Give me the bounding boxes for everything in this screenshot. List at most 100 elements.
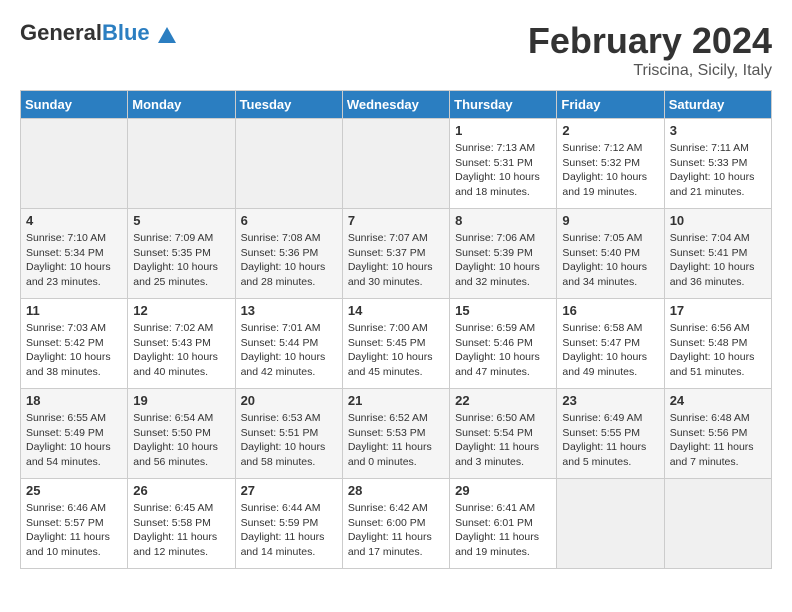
calendar-cell: 4Sunrise: 7:10 AM Sunset: 5:34 PM Daylig… <box>21 209 128 299</box>
day-number: 7 <box>348 213 444 228</box>
day-number: 9 <box>562 213 658 228</box>
day-number: 8 <box>455 213 551 228</box>
calendar-cell: 2Sunrise: 7:12 AM Sunset: 5:32 PM Daylig… <box>557 119 664 209</box>
logo: GeneralBlue <box>20 20 178 47</box>
calendar-cell: 3 Sunrise: 7:11 AM Sunset: 5:33 PM Daylig… <box>664 119 771 209</box>
day-info: Sunrise: 6:50 AM Sunset: 5:54 PM Dayligh… <box>455 411 551 470</box>
day-header-wednesday: Wednesday <box>342 91 449 119</box>
calendar-cell: 8 Sunrise: 7:06 AM Sunset: 5:39 PM Daylig… <box>450 209 557 299</box>
calendar-cell: 6 Sunrise: 7:08 AM Sunset: 5:36 PM Daylig… <box>235 209 342 299</box>
calendar-cell: 12 Sunrise: 7:02 AM Sunset: 5:43 PM Dayli… <box>128 299 235 389</box>
calendar-cell: 28Sunrise: 6:42 AM Sunset: 6:00 PM Dayli… <box>342 479 449 569</box>
day-number: 17 <box>670 303 766 318</box>
logo-text: GeneralBlue <box>20 20 178 47</box>
logo-blue: Blue <box>102 20 150 45</box>
day-number: 29 <box>455 483 551 498</box>
day-number: 21 <box>348 393 444 408</box>
calendar-cell: 5 Sunrise: 7:09 AM Sunset: 5:35 PM Daylig… <box>128 209 235 299</box>
calendar-cell <box>235 119 342 209</box>
calendar-cell: 24Sunrise: 6:48 AM Sunset: 5:56 PM Dayli… <box>664 389 771 479</box>
day-info: Sunrise: 7:06 AM Sunset: 5:39 PM Dayligh… <box>455 231 551 290</box>
calendar-cell <box>21 119 128 209</box>
day-info: Sunrise: 6:59 AM Sunset: 5:46 PM Dayligh… <box>455 321 551 380</box>
day-number: 5 <box>133 213 229 228</box>
day-info: Sunrise: 7:07 AM Sunset: 5:37 PM Dayligh… <box>348 231 444 290</box>
day-info: Sunrise: 6:56 AM Sunset: 5:48 PM Dayligh… <box>670 321 766 380</box>
day-number: 27 <box>241 483 337 498</box>
day-info: Sunrise: 7:12 AM Sunset: 5:32 PM Dayligh… <box>562 141 658 200</box>
day-header-thursday: Thursday <box>450 91 557 119</box>
day-info: Sunrise: 7:02 AM Sunset: 5:43 PM Dayligh… <box>133 321 229 380</box>
day-number: 3 <box>670 123 766 138</box>
calendar-cell <box>342 119 449 209</box>
day-info: Sunrise: 6:54 AM Sunset: 5:50 PM Dayligh… <box>133 411 229 470</box>
calendar-cell: 1Sunrise: 7:13 AM Sunset: 5:31 PM Daylig… <box>450 119 557 209</box>
day-info: Sunrise: 6:52 AM Sunset: 5:53 PM Dayligh… <box>348 411 444 470</box>
day-number: 23 <box>562 393 658 408</box>
calendar-table: SundayMondayTuesdayWednesdayThursdayFrid… <box>20 90 772 569</box>
week-row-5: 25 Sunrise: 6:46 AM Sunset: 5:57 PM Dayli… <box>21 479 772 569</box>
calendar-cell: 27 Sunrise: 6:44 AM Sunset: 5:59 PM Dayli… <box>235 479 342 569</box>
day-info: Sunrise: 6:53 AM Sunset: 5:51 PM Dayligh… <box>241 411 337 470</box>
day-info: Sunrise: 6:41 AM Sunset: 6:01 PM Dayligh… <box>455 501 551 560</box>
day-number: 18 <box>26 393 122 408</box>
day-number: 12 <box>133 303 229 318</box>
day-info: Sunrise: 7:00 AM Sunset: 5:45 PM Dayligh… <box>348 321 444 380</box>
calendar-cell: 20 Sunrise: 6:53 AM Sunset: 5:51 PM Dayli… <box>235 389 342 479</box>
calendar-cell: 21 Sunrise: 6:52 AM Sunset: 5:53 PM Dayli… <box>342 389 449 479</box>
week-row-4: 18 Sunrise: 6:55 AM Sunset: 5:49 PM Dayli… <box>21 389 772 479</box>
day-info: Sunrise: 7:03 AM Sunset: 5:42 PM Dayligh… <box>26 321 122 380</box>
day-info: Sunrise: 7:09 AM Sunset: 5:35 PM Dayligh… <box>133 231 229 290</box>
calendar-cell: 22 Sunrise: 6:50 AM Sunset: 5:54 PM Dayli… <box>450 389 557 479</box>
day-number: 24 <box>670 393 766 408</box>
calendar-cell: 25 Sunrise: 6:46 AM Sunset: 5:57 PM Dayli… <box>21 479 128 569</box>
day-info: Sunrise: 7:08 AM Sunset: 5:36 PM Dayligh… <box>241 231 337 290</box>
calendar-cell: 11 Sunrise: 7:03 AM Sunset: 5:42 PM Dayli… <box>21 299 128 389</box>
calendar-cell: 26Sunrise: 6:45 AM Sunset: 5:58 PM Dayli… <box>128 479 235 569</box>
calendar-cell <box>128 119 235 209</box>
day-info: Sunrise: 6:58 AM Sunset: 5:47 PM Dayligh… <box>562 321 658 380</box>
calendar-cell: 16 Sunrise: 6:58 AM Sunset: 5:47 PM Dayli… <box>557 299 664 389</box>
day-info: Sunrise: 6:44 AM Sunset: 5:59 PM Dayligh… <box>241 501 337 560</box>
location: Triscina, Sicily, Italy <box>528 62 772 80</box>
calendar-cell: 10 Sunrise: 7:04 AM Sunset: 5:41 PM Dayli… <box>664 209 771 299</box>
day-number: 16 <box>562 303 658 318</box>
day-info: Sunrise: 7:01 AM Sunset: 5:44 PM Dayligh… <box>241 321 337 380</box>
calendar-cell: 17 Sunrise: 6:56 AM Sunset: 5:48 PM Dayli… <box>664 299 771 389</box>
title-area: February 2024 Triscina, Sicily, Italy <box>528 20 772 80</box>
day-info: Sunrise: 6:55 AM Sunset: 5:49 PM Dayligh… <box>26 411 122 470</box>
day-info: Sunrise: 6:45 AM Sunset: 5:58 PM Dayligh… <box>133 501 229 560</box>
day-info: Sunrise: 7:04 AM Sunset: 5:41 PM Dayligh… <box>670 231 766 290</box>
day-number: 25 <box>26 483 122 498</box>
day-header-saturday: Saturday <box>664 91 771 119</box>
day-header-tuesday: Tuesday <box>235 91 342 119</box>
month-title: February 2024 <box>528 20 772 62</box>
calendar-cell <box>557 479 664 569</box>
calendar-cell: 15 Sunrise: 6:59 AM Sunset: 5:46 PM Dayli… <box>450 299 557 389</box>
day-info: Sunrise: 7:05 AM Sunset: 5:40 PM Dayligh… <box>562 231 658 290</box>
calendar-cell <box>664 479 771 569</box>
calendar-cell: 19 Sunrise: 6:54 AM Sunset: 5:50 PM Dayli… <box>128 389 235 479</box>
day-number: 22 <box>455 393 551 408</box>
day-number: 13 <box>241 303 337 318</box>
calendar-cell: 23 Sunrise: 6:49 AM Sunset: 5:55 PM Dayli… <box>557 389 664 479</box>
calendar-cell: 13 Sunrise: 7:01 AM Sunset: 5:44 PM Dayli… <box>235 299 342 389</box>
day-info: Sunrise: 7:11 AM Sunset: 5:33 PM Dayligh… <box>670 141 766 200</box>
day-number: 10 <box>670 213 766 228</box>
day-number: 19 <box>133 393 229 408</box>
day-number: 6 <box>241 213 337 228</box>
day-info: Sunrise: 6:49 AM Sunset: 5:55 PM Dayligh… <box>562 411 658 470</box>
day-number: 20 <box>241 393 337 408</box>
calendar-cell: 9 Sunrise: 7:05 AM Sunset: 5:40 PM Daylig… <box>557 209 664 299</box>
calendar-cell: 29 Sunrise: 6:41 AM Sunset: 6:01 PM Dayli… <box>450 479 557 569</box>
day-number: 11 <box>26 303 122 318</box>
page-header: GeneralBlue February 2024 Triscina, Sici… <box>20 20 772 80</box>
week-row-3: 11 Sunrise: 7:03 AM Sunset: 5:42 PM Dayli… <box>21 299 772 389</box>
day-header-sunday: Sunday <box>21 91 128 119</box>
calendar-cell: 7 Sunrise: 7:07 AM Sunset: 5:37 PM Daylig… <box>342 209 449 299</box>
day-info: Sunrise: 6:42 AM Sunset: 6:00 PM Dayligh… <box>348 501 444 560</box>
day-info: Sunrise: 6:46 AM Sunset: 5:57 PM Dayligh… <box>26 501 122 560</box>
calendar-cell: 18 Sunrise: 6:55 AM Sunset: 5:49 PM Dayli… <box>21 389 128 479</box>
day-number: 15 <box>455 303 551 318</box>
day-info: Sunrise: 7:10 AM Sunset: 5:34 PM Dayligh… <box>26 231 122 290</box>
